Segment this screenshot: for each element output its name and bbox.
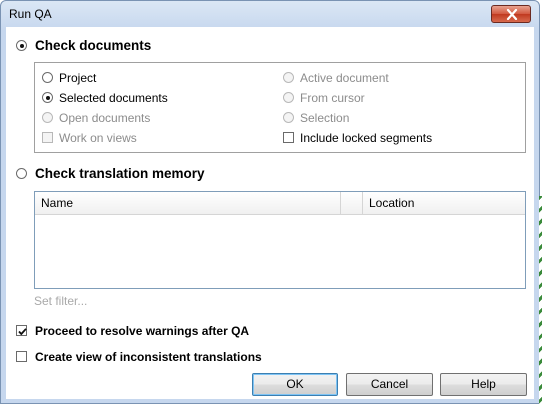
include-locked-segments-checkbox[interactable] [283, 132, 294, 143]
check-tm-label: Check translation memory [35, 166, 205, 181]
selection-radio[interactable] [283, 112, 294, 123]
close-button[interactable] [491, 5, 531, 23]
document-scope-group: Project Selected documents Open document… [34, 62, 526, 153]
set-filter-link[interactable]: Set filter... [34, 294, 87, 308]
column-header-location[interactable]: Location [363, 192, 525, 214]
create-view-checkbox[interactable] [16, 351, 27, 362]
active-document-radio[interactable] [283, 72, 294, 83]
selected-documents-label: Selected documents [59, 91, 168, 105]
from-cursor-radio[interactable] [283, 92, 294, 103]
selected-documents-radio[interactable] [42, 92, 53, 103]
tm-list[interactable]: Name Location [34, 191, 526, 289]
help-button[interactable]: Help [440, 373, 527, 396]
project-radio[interactable] [42, 72, 53, 83]
work-on-views-checkbox[interactable] [42, 132, 53, 143]
include-locked-segments-label: Include locked segments [300, 131, 433, 145]
checkmark-icon [18, 328, 27, 336]
column-header-spacer [341, 192, 363, 214]
title-bar[interactable]: Run QA [1, 1, 539, 27]
work-on-views-label: Work on views [59, 131, 137, 145]
create-view-label: Create view of inconsistent translations [35, 350, 262, 364]
dialog-client-area: Check documents Project Selected documen… [6, 27, 534, 399]
run-qa-dialog: Run QA Check documents Project Selected … [0, 0, 540, 404]
project-label: Project [59, 71, 97, 85]
check-documents-label: Check documents [35, 38, 152, 53]
open-documents-label: Open documents [59, 111, 151, 125]
cancel-button[interactable]: Cancel [346, 373, 433, 396]
column-header-name[interactable]: Name [35, 192, 341, 214]
close-icon [506, 9, 518, 20]
from-cursor-label: From cursor [300, 91, 365, 105]
check-tm-radio[interactable] [16, 168, 27, 179]
tm-list-header: Name Location [35, 192, 525, 215]
window-title: Run QA [9, 7, 52, 21]
active-document-label: Active document [300, 71, 389, 85]
open-documents-radio[interactable] [42, 112, 53, 123]
check-documents-radio[interactable] [16, 40, 27, 51]
proceed-resolve-checkbox[interactable] [16, 325, 27, 336]
ok-button[interactable]: OK [252, 373, 338, 396]
proceed-resolve-label: Proceed to resolve warnings after QA [35, 324, 250, 338]
selection-label: Selection [300, 111, 350, 125]
